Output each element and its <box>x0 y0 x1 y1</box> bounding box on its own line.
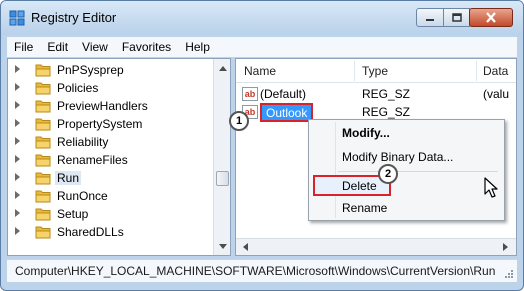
value-name-selected[interactable]: Outlook <box>260 103 314 122</box>
tree-item[interactable]: PropertySystem <box>8 115 213 133</box>
close-button[interactable] <box>469 8 513 27</box>
expand-arrow-icon[interactable] <box>15 65 20 73</box>
context-item-delete[interactable]: Delete <box>342 179 377 193</box>
tree-item-label: RunOnce <box>57 189 108 203</box>
expand-arrow-icon[interactable] <box>15 83 20 91</box>
tree-item[interactable]: SharedDLLs <box>8 223 213 241</box>
value-row-default[interactable]: ab (Default) REG_SZ (valu <box>236 85 516 103</box>
registry-editor-window: Registry Editor File Edit View Favorites… <box>0 0 524 291</box>
list-header: Name Type Data <box>236 59 516 83</box>
context-menu: Modify... Modify Binary Data... Delete R… <box>308 119 505 221</box>
tree-item[interactable]: Run <box>8 169 213 187</box>
expand-arrow-icon[interactable] <box>15 137 20 145</box>
registry-key-tree[interactable]: SharedDLLs Setup RunOnce Run RenameFiles Reli… <box>7 58 231 256</box>
maximize-button[interactable] <box>443 8 470 27</box>
status-bar: Computer\HKEY_LOCAL_MACHINE\SOFTWARE\Mic… <box>7 259 517 282</box>
menu-file[interactable]: File <box>7 40 40 54</box>
tree-item-label: Setup <box>57 207 89 221</box>
value-type: REG_SZ <box>362 87 411 101</box>
tree-item[interactable]: PnPSysprep <box>8 61 213 79</box>
menu-view[interactable]: View <box>75 40 115 54</box>
context-item-modify-binary[interactable]: Modify Binary Data... <box>342 150 453 164</box>
tree-item[interactable]: PreviewHandlers <box>8 97 213 115</box>
close-icon <box>486 12 496 23</box>
tree-item-label: Policies <box>57 81 99 95</box>
tree-item-label: SharedDLLs <box>57 225 124 239</box>
tree-item-label: PreviewHandlers <box>57 99 148 113</box>
folder-icon <box>35 82 51 95</box>
folder-icon <box>35 136 51 149</box>
maximize-icon <box>451 13 462 22</box>
tree-item-label: PnPSysprep <box>57 63 124 77</box>
chevron-left-icon <box>243 243 248 251</box>
context-item-modify[interactable]: Modify... <box>342 126 390 140</box>
tree-item-label: RenameFiles <box>57 153 128 167</box>
window-title: Registry Editor <box>31 10 117 25</box>
value-type: REG_SZ <box>362 105 411 119</box>
column-header-name[interactable]: Name <box>244 64 276 78</box>
value-data: (valu <box>483 87 510 101</box>
scroll-down-button[interactable] <box>215 238 230 254</box>
folder-icon <box>35 172 51 185</box>
column-header-type[interactable]: Type <box>362 64 388 78</box>
tree-item[interactable]: Reliability <box>8 133 213 151</box>
scroll-thumb[interactable] <box>216 171 229 186</box>
menu-edit[interactable]: Edit <box>40 40 75 54</box>
context-item-rename[interactable]: Rename <box>342 201 387 215</box>
folder-icon <box>35 100 51 113</box>
string-value-icon: ab <box>242 87 258 101</box>
tree-item-label: Reliability <box>57 135 109 149</box>
value-name: (Default) <box>260 87 307 101</box>
expand-arrow-icon[interactable] <box>15 191 20 199</box>
folder-icon <box>35 226 51 239</box>
callout-badge-1: 1 <box>229 111 249 131</box>
tree-item[interactable]: Policies <box>8 79 213 97</box>
resize-grip-icon[interactable] <box>504 269 514 279</box>
column-divider[interactable] <box>476 61 477 81</box>
column-header-data[interactable]: Data <box>483 64 508 78</box>
tree-item[interactable]: RenameFiles <box>8 151 213 169</box>
title-bar[interactable]: Registry Editor <box>1 1 523 35</box>
minimize-icon <box>426 18 434 21</box>
menu-bar: File Edit View Favorites Help <box>7 37 517 57</box>
folder-icon <box>35 118 51 131</box>
mouse-cursor-icon <box>484 177 498 198</box>
tree-item-label: PropertySystem <box>57 117 143 131</box>
expand-arrow-icon[interactable] <box>15 101 20 109</box>
context-menu-divider <box>335 122 336 218</box>
context-menu-separator <box>338 171 498 172</box>
expand-arrow-icon[interactable] <box>15 173 20 181</box>
status-key-path: Computer\HKEY_LOCAL_MACHINE\SOFTWARE\Mic… <box>15 264 496 278</box>
registry-editor-icon <box>9 10 25 26</box>
scroll-left-button[interactable] <box>238 239 253 255</box>
column-divider[interactable] <box>354 61 355 81</box>
scroll-right-button[interactable] <box>498 239 513 255</box>
chevron-down-icon <box>218 243 227 249</box>
folder-icon <box>35 154 51 167</box>
list-horizontal-scrollbar[interactable] <box>236 238 516 255</box>
expand-arrow-icon[interactable] <box>15 227 20 235</box>
expand-arrow-icon[interactable] <box>15 155 20 163</box>
chevron-up-icon <box>218 65 227 71</box>
folder-icon <box>35 64 51 77</box>
tree-item[interactable]: RunOnce <box>8 187 213 205</box>
folder-icon <box>35 190 51 203</box>
tree-vertical-scrollbar[interactable] <box>213 59 230 255</box>
menu-help[interactable]: Help <box>178 40 217 54</box>
minimize-button[interactable] <box>416 8 444 27</box>
chevron-right-icon <box>503 243 508 251</box>
menu-favorites[interactable]: Favorites <box>115 40 178 54</box>
expand-arrow-icon[interactable] <box>15 119 20 127</box>
tree-item-label: Run <box>55 171 82 185</box>
tree-item[interactable]: Setup <box>8 205 213 223</box>
callout-badge-2: 2 <box>378 164 398 184</box>
scroll-up-button[interactable] <box>215 60 230 76</box>
folder-icon <box>35 208 51 221</box>
expand-arrow-icon[interactable] <box>15 209 20 217</box>
